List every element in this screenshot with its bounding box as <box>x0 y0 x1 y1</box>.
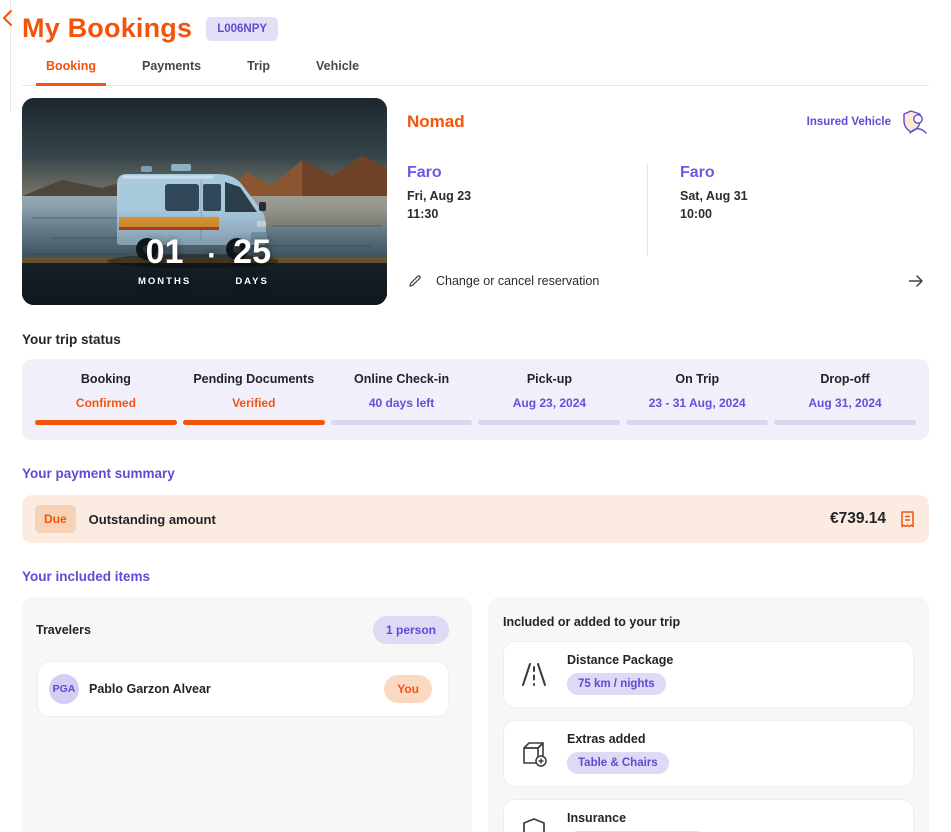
trip-status-tracker: Booking Confirmed Pending Documents Veri… <box>22 359 929 440</box>
trip-step-dropoff: Drop-off Aug 31, 2024 <box>771 372 919 425</box>
booking-info: Nomad Insured Vehicle Faro Fri, Aug 23 <box>387 98 929 305</box>
pickup-time: 11:30 <box>407 207 647 221</box>
header: My Bookings L006NPY <box>22 13 929 44</box>
countdown-months-label: MONTHS <box>138 276 191 287</box>
countdown-separator: · <box>207 241 217 271</box>
change-reservation-label: Change or cancel reservation <box>436 274 599 288</box>
insured-shield-person-icon <box>899 107 929 137</box>
traveler-name: Pablo Garzon Alvear <box>89 682 211 696</box>
vehicle-photo: 01 MONTHS · 25 DAYS <box>22 98 387 305</box>
vehicle-name: Nomad <box>407 112 465 132</box>
dropoff-time: 10:00 <box>680 207 920 221</box>
outstanding-amount-label: Outstanding amount <box>89 512 216 527</box>
item-badge: Table & Chairs <box>567 752 669 774</box>
trip-items-title: Included or added to your trip <box>503 615 914 629</box>
traveler-row[interactable]: PGA Pablo Garzon Alvear You <box>37 661 449 717</box>
due-badge: Due <box>35 505 76 533</box>
payment-summary-title: Your payment summary <box>22 466 929 481</box>
trip-step-online-checkin: Online Check-in 40 days left <box>328 372 476 425</box>
back-button[interactable] <box>1 9 17 27</box>
dropoff-details: Faro Sat, Aug 31 10:00 <box>680 164 920 256</box>
item-badge: 75 km / nights <box>567 673 666 695</box>
trip-items-card: Included or added to your trip Distance … <box>488 597 929 832</box>
insured-vehicle-label: Insured Vehicle <box>807 116 891 128</box>
item-insurance[interactable]: Insurance Basic Protection Plan <box>503 799 914 832</box>
outstanding-amount-row[interactable]: Due Outstanding amount €739.14 <box>22 495 929 543</box>
progress-bar <box>331 420 473 425</box>
road-icon <box>518 660 550 688</box>
trip-countdown: 01 MONTHS · 25 DAYS <box>22 235 387 287</box>
trip-legs: Faro Fri, Aug 23 11:30 Faro Sat, Aug 31 … <box>407 164 929 256</box>
tab-payments[interactable]: Payments <box>132 53 211 86</box>
booking-tabs: Booking Payments Trip Vehicle <box>22 53 929 86</box>
item-distance-package[interactable]: Distance Package 75 km / nights <box>503 641 914 708</box>
item-title: Extras added <box>567 732 669 746</box>
dropoff-date: Sat, Aug 31 <box>680 189 920 203</box>
progress-bar <box>774 420 916 425</box>
avatar: PGA <box>49 674 79 704</box>
tab-vehicle[interactable]: Vehicle <box>306 53 369 86</box>
legs-divider <box>647 164 648 256</box>
travelers-count-badge: 1 person <box>373 616 449 644</box>
page-title: My Bookings <box>22 13 192 44</box>
tab-booking[interactable]: Booking <box>36 53 106 86</box>
progress-bar <box>35 420 177 425</box>
trip-step-pending-documents: Pending Documents Verified <box>180 372 328 425</box>
my-bookings-page: My Bookings L006NPY Booking Payments Tri… <box>0 0 951 832</box>
pickup-date: Fri, Aug 23 <box>407 189 647 203</box>
travelers-title: Travelers <box>35 623 91 637</box>
change-reservation-link[interactable]: Change or cancel reservation <box>407 273 929 289</box>
trip-step-pickup: Pick-up Aug 23, 2024 <box>475 372 623 425</box>
pickup-details: Faro Fri, Aug 23 11:30 <box>407 164 647 256</box>
item-title: Distance Package <box>567 653 673 667</box>
trip-step-booking: Booking Confirmed <box>32 372 180 425</box>
trip-step-on-trip: On Trip 23 - 31 Aug, 2024 <box>623 372 771 425</box>
countdown-days-value: 25 <box>233 235 271 269</box>
pickup-city: Faro <box>407 164 647 182</box>
chevron-left-icon <box>1 9 17 27</box>
shield-icon <box>518 817 550 832</box>
progress-bar <box>183 420 325 425</box>
progress-bar <box>478 420 620 425</box>
insured-vehicle-link[interactable]: Insured Vehicle <box>807 107 929 137</box>
countdown-months-value: 01 <box>146 235 184 269</box>
booking-summary: 01 MONTHS · 25 DAYS Nomad Insured Vehicl… <box>22 98 929 305</box>
item-extras-added[interactable]: Extras added Table & Chairs <box>503 720 914 787</box>
receipt-icon <box>899 510 916 529</box>
outstanding-amount-value: €739.14 <box>830 510 886 528</box>
item-title: Insurance <box>567 811 707 825</box>
countdown-days-label: DAYS <box>235 276 269 287</box>
travelers-card: Travelers 1 person PGA Pablo Garzon Alve… <box>22 597 472 832</box>
included-items-columns: Travelers 1 person PGA Pablo Garzon Alve… <box>22 597 929 832</box>
trip-status-title: Your trip status <box>22 332 929 347</box>
you-badge: You <box>384 675 432 703</box>
tab-trip[interactable]: Trip <box>237 53 280 86</box>
arrow-right-icon <box>907 273 925 289</box>
progress-bar <box>626 420 768 425</box>
pencil-icon <box>407 273 423 289</box>
booking-code-badge: L006NPY <box>206 17 278 41</box>
box-plus-icon <box>518 738 550 768</box>
dropoff-city: Faro <box>680 164 920 182</box>
included-items-title: Your included items <box>22 569 929 584</box>
